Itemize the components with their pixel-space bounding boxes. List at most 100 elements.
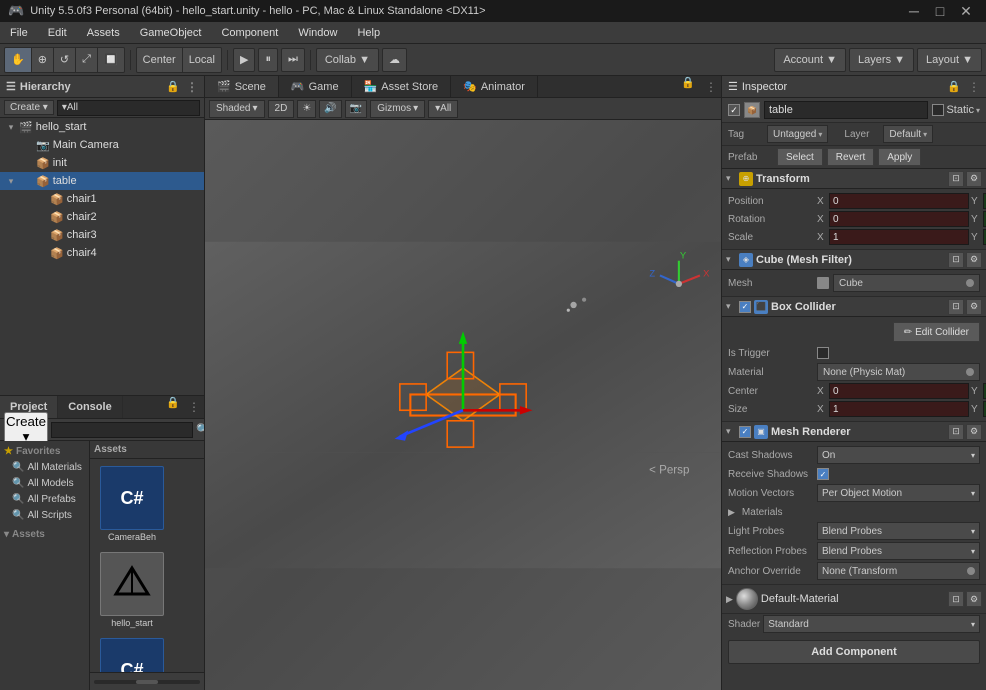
tree-item-chair2[interactable]: 📦 chair2 [0,208,204,226]
prefab-apply-button[interactable]: Apply [878,148,921,166]
scene-lock-icon[interactable]: 🔒 [675,76,701,97]
move-tool[interactable]: ⊕ [32,48,54,72]
fav-all-materials[interactable]: 🔍 All Materials [0,459,89,475]
mesh-filter-ref-icon[interactable]: ⊡ [948,252,964,268]
layer-dropdown[interactable]: Default ▾ [883,125,933,143]
light-probes-dropdown[interactable]: Blend Probes ▾ [817,522,980,540]
hierarchy-search-input[interactable] [57,100,200,116]
audio-button[interactable]: 🔊 [319,100,341,118]
box-collider-enable-checkbox[interactable] [739,301,751,313]
scene-view[interactable]: < Persp X Y Z [205,120,721,690]
hand-tool[interactable]: ✋ [5,48,32,72]
2d-button[interactable]: 2D [268,100,295,118]
add-component-button[interactable]: Add Component [728,640,980,664]
collider-material-dropdown[interactable]: None (Physic Mat) [817,363,980,381]
object-enabled-checkbox[interactable] [728,104,740,116]
tree-item-hello_start[interactable]: ▾ 🎬 hello_start [0,118,204,136]
transform-component-header[interactable]: ▾ ⊕ Transform ⊡ ⚙ [722,169,986,189]
account-button[interactable]: Account ▼ [774,48,846,72]
menu-window[interactable]: Window [288,25,347,41]
asset-hello_start[interactable]: hello_start [94,549,170,631]
cloud-button[interactable]: ☁ [382,48,407,72]
object-name-input[interactable] [764,101,928,119]
horizontal-scrollbar[interactable] [94,680,200,684]
mesh-value-dropdown[interactable]: Cube [833,274,980,292]
fav-all-prefabs[interactable]: 🔍 All Prefabs [0,491,89,507]
scene-more-icon[interactable]: ⋮ [701,76,721,97]
hierarchy-lock-icon[interactable]: 🔒 [166,80,180,93]
tree-item-chair3[interactable]: 📦 chair3 [0,226,204,244]
transform-ref-icon[interactable]: ⊡ [948,171,964,187]
mesh-dot-icon[interactable] [966,279,974,287]
materials-row[interactable]: ▶ Materials [728,503,980,521]
tree-item-init[interactable]: 📦 init [0,154,204,172]
material-settings-icon[interactable]: ⚙ [966,591,982,607]
prefab-select-button[interactable]: Select [777,148,823,166]
inspector-more-icon[interactable]: ⋮ [968,80,980,94]
tab-asset-store[interactable]: 🏪 Asset Store [352,76,452,97]
cast-shadows-dropdown[interactable]: On ▾ [817,446,980,464]
menu-edit[interactable]: Edit [38,25,77,41]
step-button[interactable]: ⏭ [281,48,305,72]
mesh-renderer-component-header[interactable]: ▾ ▣ Mesh Renderer ⊡ ⚙ [722,422,986,442]
motion-vectors-dropdown[interactable]: Per Object Motion ▾ [817,484,980,502]
mesh-renderer-settings-icon[interactable]: ⚙ [966,424,982,440]
layout-button[interactable]: Layout ▼ [917,48,982,72]
mesh-renderer-enable-checkbox[interactable] [739,426,751,438]
play-button[interactable]: ▶ [233,48,255,72]
material-expand-arrow[interactable]: ▶ [726,594,733,605]
asset-camerabeh[interactable]: CameraBeh [94,463,170,545]
fav-all-scripts[interactable]: 🔍 All Scripts [0,507,89,523]
box-collider-settings-icon[interactable]: ⚙ [966,299,982,315]
rect-tool[interactable]: 🔲 [98,48,124,72]
tree-item-main_camera[interactable]: 📷 Main Camera [0,136,204,154]
material-ref-icon[interactable]: ⊡ [948,591,964,607]
reflection-probes-dropdown[interactable]: Blend Probes ▾ [817,542,980,560]
asset-initbeh[interactable]: InitBeh [94,635,170,672]
gizmos-dropdown[interactable]: Gizmos ▾ [370,100,425,118]
collab-button[interactable]: Collab ▼ [316,48,379,72]
project-lock-icon[interactable]: 🔒 [162,396,184,418]
center-button[interactable]: Center [137,48,183,72]
tab-console[interactable]: Console [58,396,122,418]
lighting-button[interactable]: ☀ [297,100,316,118]
minimize-button[interactable]: ─ [902,2,926,20]
scale-tool[interactable]: ⤢ [76,48,98,72]
menu-help[interactable]: Help [347,25,390,41]
mesh-filter-settings-icon[interactable]: ⚙ [966,252,982,268]
receive-shadows-checkbox[interactable] [817,468,829,480]
is-trigger-checkbox[interactable] [817,347,829,359]
rotate-tool[interactable]: ↺ [54,48,76,72]
maximize-button[interactable]: □ [928,2,952,20]
center-x-input[interactable] [829,383,969,399]
tree-item-chair1[interactable]: 📦 chair1 [0,190,204,208]
layers-button[interactable]: Layers ▼ [849,48,914,72]
scale-x-input[interactable] [829,229,969,245]
search-all-dropdown[interactable]: ▾All [428,100,458,118]
tree-item-chair4[interactable]: 📦 chair4 [0,244,204,262]
prefab-revert-button[interactable]: Revert [827,148,874,166]
position-x-input[interactable] [829,193,969,209]
tab-game[interactable]: 🎮 Game [279,76,352,97]
project-search-input[interactable] [51,422,193,438]
shader-dropdown[interactable]: Standard ▾ [763,615,980,633]
pause-button[interactable]: ⏸ [258,48,278,72]
menu-gameobject[interactable]: GameObject [130,25,212,41]
tag-dropdown[interactable]: Untagged ▾ [767,125,828,143]
project-more-icon[interactable]: ⋮ [184,396,204,418]
collider-material-dot[interactable] [966,368,974,376]
local-button[interactable]: Local [183,48,221,72]
size-x-input[interactable] [829,401,969,417]
menu-assets[interactable]: Assets [77,25,130,41]
mesh-renderer-ref-icon[interactable]: ⊡ [948,424,964,440]
static-arrow[interactable]: ▾ [976,106,980,115]
close-button[interactable]: ✕ [954,2,978,20]
hierarchy-more-icon[interactable]: ⋮ [186,80,198,94]
fav-all-models[interactable]: 🔍 All Models [0,475,89,491]
transform-settings-icon[interactable]: ⚙ [966,171,982,187]
menu-file[interactable]: File [0,25,38,41]
edit-collider-button[interactable]: ✏ Edit Collider [893,322,980,342]
tab-animator[interactable]: 🎭 Animator [451,76,538,97]
mesh-filter-component-header[interactable]: ▾ ◈ Cube (Mesh Filter) ⊡ ⚙ [722,250,986,270]
rotation-x-input[interactable] [829,211,969,227]
